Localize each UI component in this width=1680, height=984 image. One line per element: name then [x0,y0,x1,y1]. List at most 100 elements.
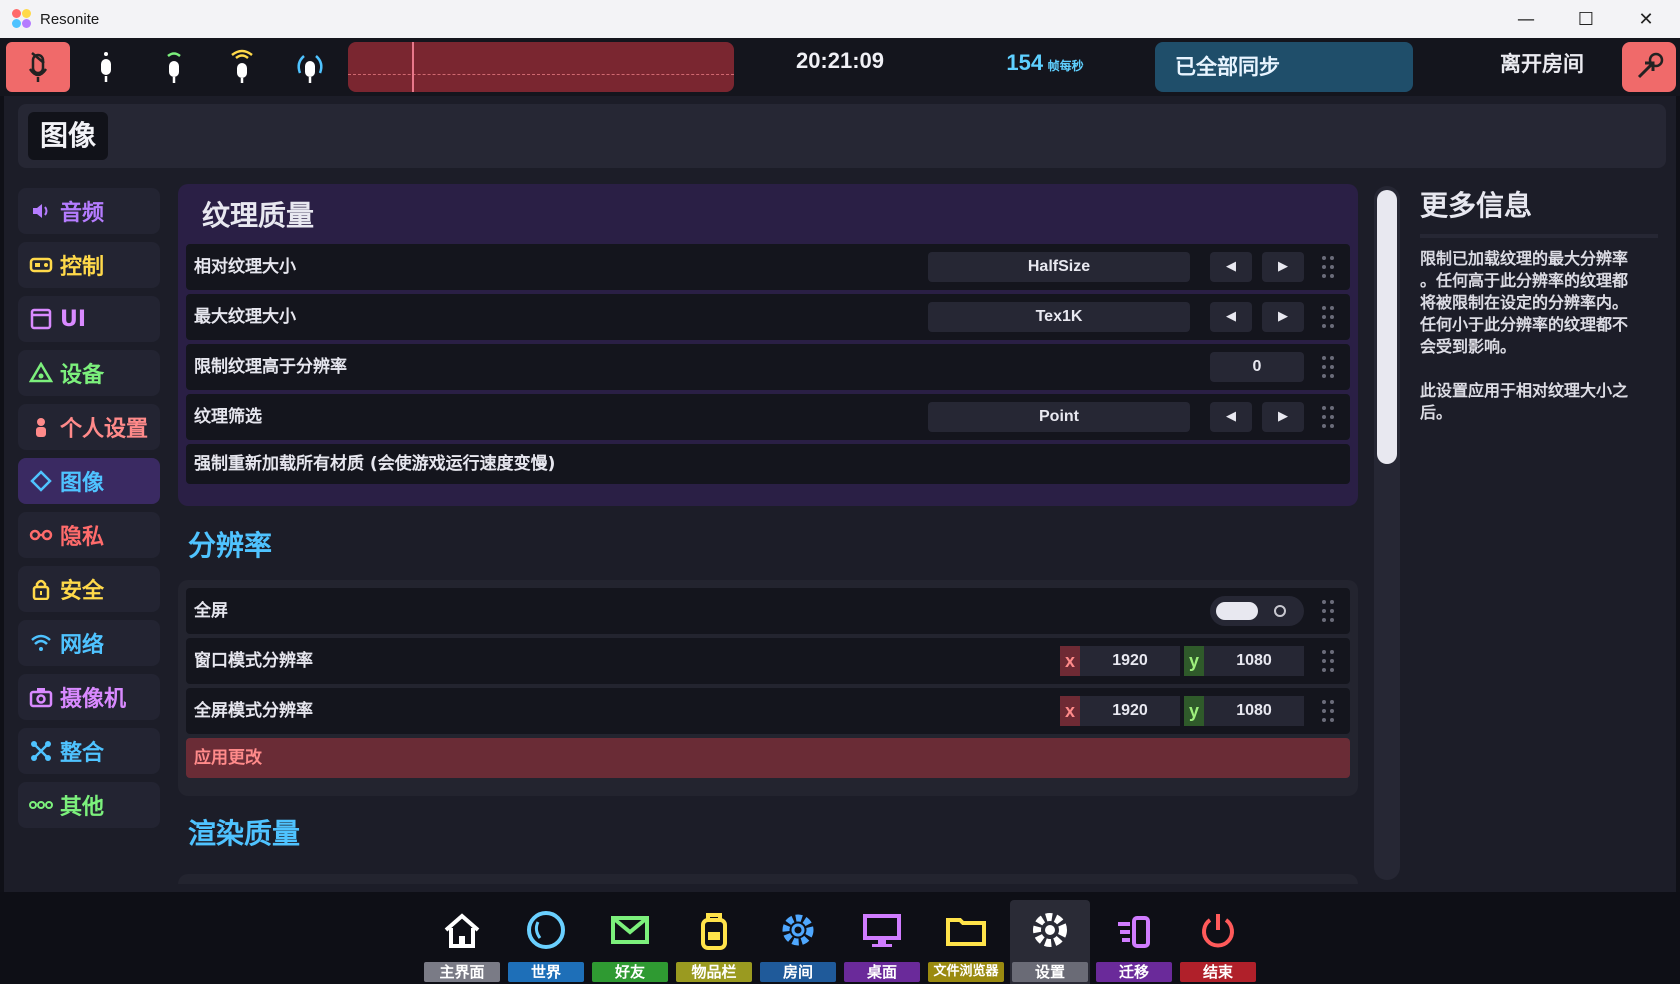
window-titlebar: Resonite — ☐ ✕ [0,0,1680,38]
width-value[interactable]: 1920 [1080,696,1180,726]
dock-button[interactable]: 结束 [1178,900,1258,984]
sidebar-item[interactable]: 整合 [18,728,160,774]
scrollbar-thumb[interactable] [1377,190,1397,464]
dock-button[interactable]: 迁移 [1094,900,1174,984]
sidebar-item[interactable]: 摄像机 [18,674,160,720]
relative-texture-size-row: 相对纹理大小 HalfSize ◀ ▶ [186,244,1350,290]
next-value-button[interactable]: ▶ [1262,302,1304,332]
limit-resolution-input[interactable]: 0 [1210,352,1304,382]
sidebar-item[interactable]: 安全 [18,566,160,612]
texture-filtering-row: 纹理筛选 Point ◀ ▶ [186,394,1350,440]
dock-button[interactable]: 桌面 [842,900,922,984]
fullscreen-toggle[interactable] [1210,596,1304,626]
drag-handle-icon[interactable] [1322,306,1336,328]
backpack-icon [674,900,754,960]
setting-label: 窗口模式分辨率 [194,651,313,671]
drag-handle-icon[interactable] [1322,406,1336,428]
dock-button[interactable]: 文件浏览器 [926,900,1006,984]
wifi-icon [28,630,54,656]
relative-texture-size-value[interactable]: HalfSize [928,252,1190,282]
mic-muted-icon [28,52,48,82]
width-value[interactable]: 1920 [1080,646,1180,676]
broadcast-button[interactable] [278,42,342,92]
height-value[interactable]: 1080 [1204,696,1304,726]
whisper-button[interactable] [74,42,138,92]
settings-panel: 图像 音频控制 UI 设备个人设置图像隐私安全网络摄像机整合其他 纹理质量 相对纹理… [4,96,1676,892]
setting-label: 最大纹理大小 [194,307,296,327]
texture-quality-section: 纹理质量 相对纹理大小 HalfSize ◀ ▶ 最大纹理大小 Tex1K ◀ … [178,184,1358,506]
previous-value-button[interactable]: ◀ [1210,402,1252,432]
settings-sidebar: 音频控制 UI 设备个人设置图像隐私安全网络摄像机整合其他 [18,188,164,836]
sidebar-item[interactable]: 网络 [18,620,160,666]
normal-voice-button[interactable] [142,42,206,92]
drag-handle-icon[interactable] [1322,356,1336,378]
x-tag: x [1060,696,1080,726]
fps-unit: 帧每秒 [1047,59,1084,73]
dock-label: 好友 [592,962,668,982]
minimize-button[interactable]: — [1496,0,1556,38]
gamepad-icon [28,252,54,278]
previous-value-button[interactable]: ◀ [1210,302,1252,332]
close-window-button[interactable]: ✕ [1616,0,1676,38]
sidebar-item[interactable]: 设备 [18,350,160,396]
arrow-left-icon: ◀ [1226,409,1236,424]
dock-label: 桌面 [844,962,920,982]
devices-icon [28,360,54,386]
leave-session-button[interactable] [1622,42,1676,92]
dock-label: 设置 [1012,962,1088,982]
monitor-icon [842,900,922,960]
dock-button[interactable]: 房间 [758,900,838,984]
shout-button[interactable] [210,42,274,92]
cog-icon [758,900,838,960]
arrow-right-icon: ▶ [1278,259,1288,274]
button-label: 强制重新加载所有材质 (会使游戏运行速度变慢) [194,454,556,474]
mute-button[interactable] [6,42,70,92]
dock-label: 文件浏览器 [928,962,1004,982]
drag-handle-icon[interactable] [1322,650,1336,672]
folder-icon [926,900,1006,960]
height-value[interactable]: 1080 [1204,646,1304,676]
previous-value-button[interactable]: ◀ [1210,252,1252,282]
dock-button[interactable]: 世界 [506,900,586,984]
sidebar-item[interactable]: 音频 [18,188,160,234]
drag-handle-icon[interactable] [1322,700,1336,722]
migrate-icon [1094,900,1174,960]
sidebar-item[interactable]: 控制 [18,242,160,288]
settings-scrollbar[interactable] [1374,186,1400,880]
drag-handle-icon[interactable] [1322,600,1336,622]
dock-button[interactable]: 好友 [590,900,670,984]
sidebar-item[interactable]: 图像 [18,458,160,504]
exit-door-icon [1637,52,1664,79]
texture-filtering-value[interactable]: Point [928,402,1190,432]
toggle-off-indicator-icon [1274,605,1286,617]
lock-icon [28,576,54,602]
maximize-button[interactable]: ☐ [1556,0,1616,38]
dock-button[interactable]: 主界面 [422,900,502,984]
next-value-button[interactable]: ▶ [1262,252,1304,282]
drag-handle-icon[interactable] [1322,256,1336,278]
sidebar-item[interactable]: 个人设置 [18,404,160,450]
sidebar-item-label: 控制 [60,255,105,280]
glasses-icon [28,522,54,548]
world-icon [506,900,586,960]
force-reload-materials-button[interactable]: 强制重新加载所有材质 (会使游戏运行速度变慢) [186,444,1350,484]
max-texture-size-value[interactable]: Tex1K [928,302,1190,332]
sidebar-item[interactable]: 其他 [18,782,160,828]
sidebar-item[interactable]: UI [18,296,160,342]
sidebar-item[interactable]: 隐私 [18,512,160,558]
limit-texture-resolution-row: 限制纹理高于分辨率 0 [186,344,1350,390]
dock-button[interactable]: 设置 [1010,900,1090,984]
toggle-knob [1216,602,1258,620]
sidebar-item-label: 设备 [60,363,105,388]
next-value-button[interactable]: ▶ [1262,402,1304,432]
apply-changes-button[interactable]: 应用更改 [186,738,1350,778]
mail-icon [590,900,670,960]
dock-label: 迁移 [1096,962,1172,982]
sync-status[interactable]: 已全部同步 [1155,42,1413,92]
dock-button[interactable]: 物品栏 [674,900,754,984]
button-label: 应用更改 [194,748,262,768]
more-icon [28,792,54,818]
divider [1420,234,1658,238]
y-tag: y [1184,696,1204,726]
max-texture-size-row: 最大纹理大小 Tex1K ◀ ▶ [186,294,1350,340]
